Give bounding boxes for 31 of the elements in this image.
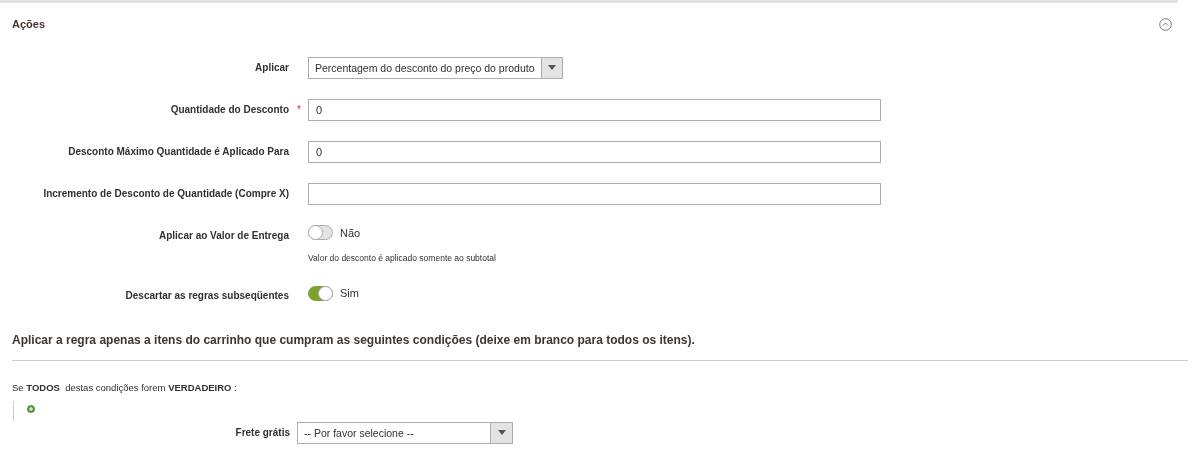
selected-value: Percentagem do desconto do preço do produto (314, 60, 536, 76)
caret-icon (547, 65, 556, 70)
dropdown-toggle[interactable] (490, 422, 512, 443)
conditions-title: Aplicar a regra apenas a itens do carrinho que cumpram as seguintes condições (deixe em branco para todos os itens). (12, 332, 695, 347)
dropdown-select[interactable]: -- Por favor selecione -- (297, 421, 513, 444)
field-label: Aplicar ao Valor de Entrega (158, 229, 289, 243)
toggle-label: Não (340, 225, 361, 241)
field-label: Descartar as regras subseqüentes (125, 289, 289, 304)
dropdown-toggle[interactable] (540, 57, 562, 78)
collapse-icon[interactable] (1159, 17, 1172, 31)
dropdown-select[interactable]: Percentagem do desconto do preço do produto (308, 56, 563, 79)
input-field[interactable]: 0 (308, 98, 881, 121)
input-field[interactable] (308, 182, 881, 205)
field-label: Aplicar (255, 61, 289, 75)
toggle-switch[interactable] (308, 225, 333, 241)
input-field[interactable]: 0 (308, 140, 881, 163)
field-label: Quantidade do Desconto (170, 103, 289, 117)
rule-sentence: Se TODOS destas condições forem VERDADEIRO : (12, 381, 237, 393)
field-value: 0 (316, 145, 323, 158)
add-icon[interactable] (27, 404, 35, 413)
required-mark: * (297, 103, 301, 117)
toggle-switch[interactable] (308, 285, 333, 301)
selected-value: -- Por favor selecione -- (303, 425, 415, 441)
field-label: Frete grátis (235, 426, 290, 441)
field-note: Valor do desconto é aplicado somente ao subtotal (308, 252, 496, 265)
section-title: Ações (12, 17, 46, 32)
field-label: Desconto Máximo Quantidade é Aplicado Para (68, 145, 289, 159)
toggle-label: Sim (340, 285, 359, 301)
field-label: Incremento de Desconto de Quantidade (Compre X) (43, 187, 289, 201)
caret-icon (497, 430, 506, 436)
field-value: 0 (316, 103, 323, 116)
